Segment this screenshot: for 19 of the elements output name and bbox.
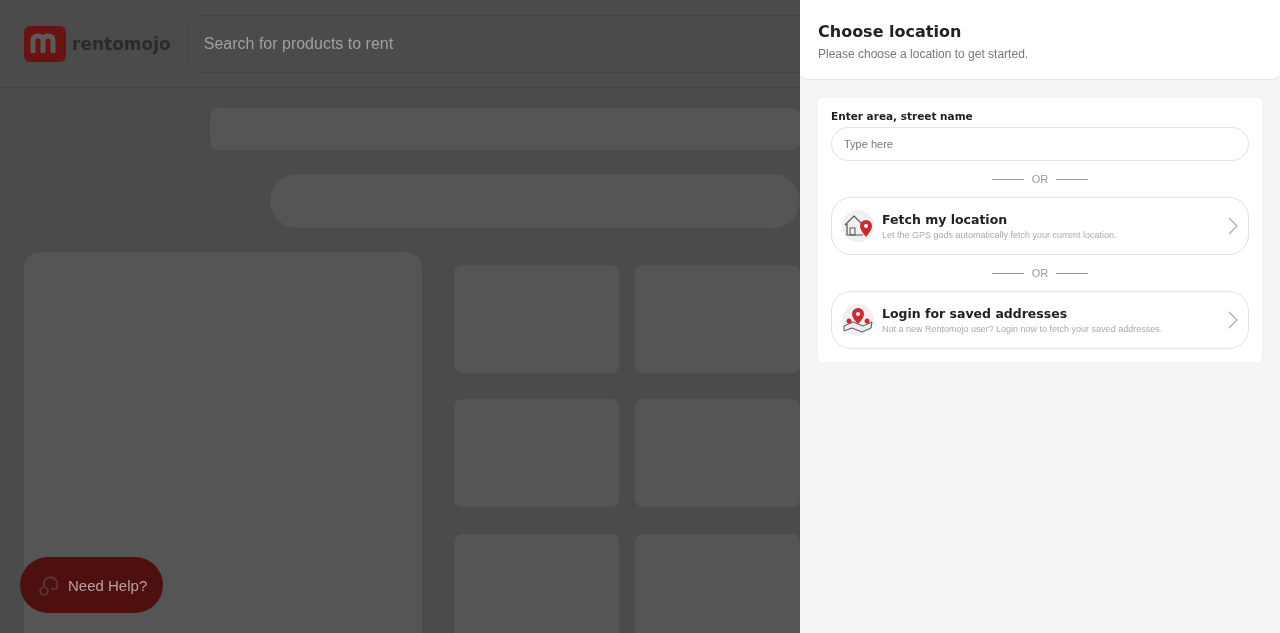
house-pin-icon: [843, 213, 873, 239]
area-input-field[interactable]: Type here: [831, 127, 1249, 161]
field-label: Enter area, street name: [831, 110, 974, 122]
option-title: Fetch my location: [882, 212, 1009, 227]
chevron-right-icon: [1228, 311, 1238, 329]
or-separator: OR: [1031, 267, 1049, 279]
chevron-right-icon: [1228, 217, 1238, 235]
option-description: Not a new Rentomojo user? Login now to fetch your saved addresses.: [882, 324, 1164, 334]
drawer-subtitle: Please choose a location to get started.: [818, 47, 1030, 61]
help-button[interactable]: Need Help?: [20, 557, 164, 613]
map-pins-icon: [842, 307, 874, 333]
drawer-title: Choose location: [818, 22, 963, 41]
or-separator: OR: [1031, 173, 1049, 185]
location-option[interactable]: Login for saved addresses Not a new Rentomojo user? Login now to fetch your saved addresses.: [831, 291, 1249, 349]
logo-icon[interactable]: [24, 25, 66, 62]
location-option[interactable]: Fetch my location Let the GPS gods automatically fetch your current location.: [831, 197, 1249, 255]
option-title: Login for saved addresses: [882, 306, 1069, 321]
option-description: Let the GPS gods automatically fetch your current location.: [882, 230, 1118, 240]
search-field[interactable]: Search for products to rent: [186, 14, 800, 73]
